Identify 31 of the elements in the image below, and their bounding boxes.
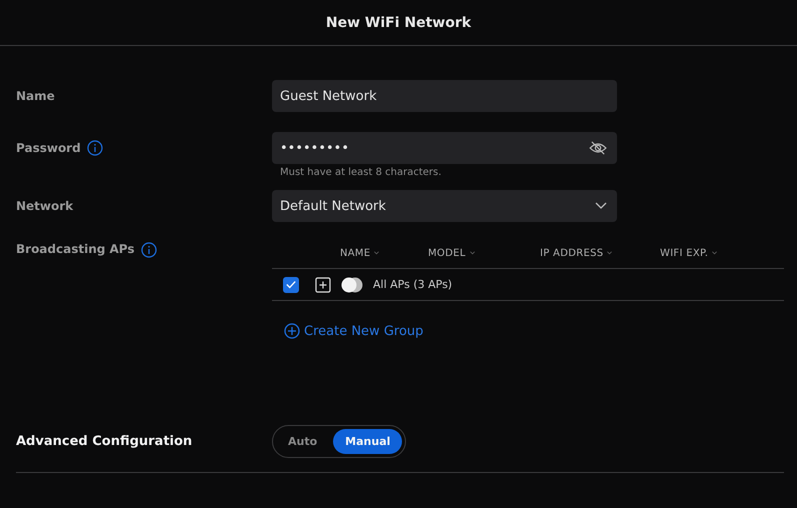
field-label: Password bbox=[16, 141, 81, 155]
checkbox[interactable] bbox=[283, 276, 299, 292]
plus-circle-icon bbox=[284, 323, 300, 339]
sort-icon bbox=[607, 251, 612, 255]
expand-icon[interactable] bbox=[315, 276, 331, 292]
name-field[interactable]: Guest Network bbox=[272, 80, 617, 112]
hint-text: Must have at least 8 characters. bbox=[280, 167, 442, 178]
eye-hidden-icon[interactable] bbox=[589, 141, 607, 155]
group-name: All APs (3 APs) bbox=[373, 278, 452, 291]
mode-option[interactable]: Auto bbox=[276, 429, 330, 454]
field-label: Broadcasting APs bbox=[16, 242, 135, 256]
info-icon[interactable] bbox=[140, 242, 157, 258]
access-point-icon bbox=[341, 276, 363, 292]
window-title: New WiFi Network bbox=[326, 14, 472, 30]
field-label: Network bbox=[16, 199, 74, 213]
network-dropdown[interactable]: Default Network bbox=[272, 190, 617, 222]
field-label: Name bbox=[16, 89, 55, 103]
sort-icon bbox=[374, 251, 380, 255]
sort-icon bbox=[470, 251, 475, 255]
section-title: Advanced Configuration bbox=[16, 434, 192, 449]
column-header[interactable]: MODEL bbox=[428, 238, 540, 268]
info-icon[interactable] bbox=[86, 140, 103, 156]
column-header[interactable]: NAME bbox=[340, 238, 428, 268]
column-header[interactable]: WIFI EXP. bbox=[660, 238, 784, 268]
chevron-down-icon bbox=[595, 202, 607, 210]
password-field[interactable]: ••••••••• bbox=[272, 132, 617, 164]
column-header[interactable]: IP ADDRESS bbox=[540, 238, 660, 268]
create-group-link[interactable]: Create New Group bbox=[284, 323, 424, 339]
check-icon bbox=[286, 280, 296, 289]
mode-option[interactable]: Manual bbox=[333, 429, 402, 454]
sort-icon bbox=[712, 251, 718, 255]
